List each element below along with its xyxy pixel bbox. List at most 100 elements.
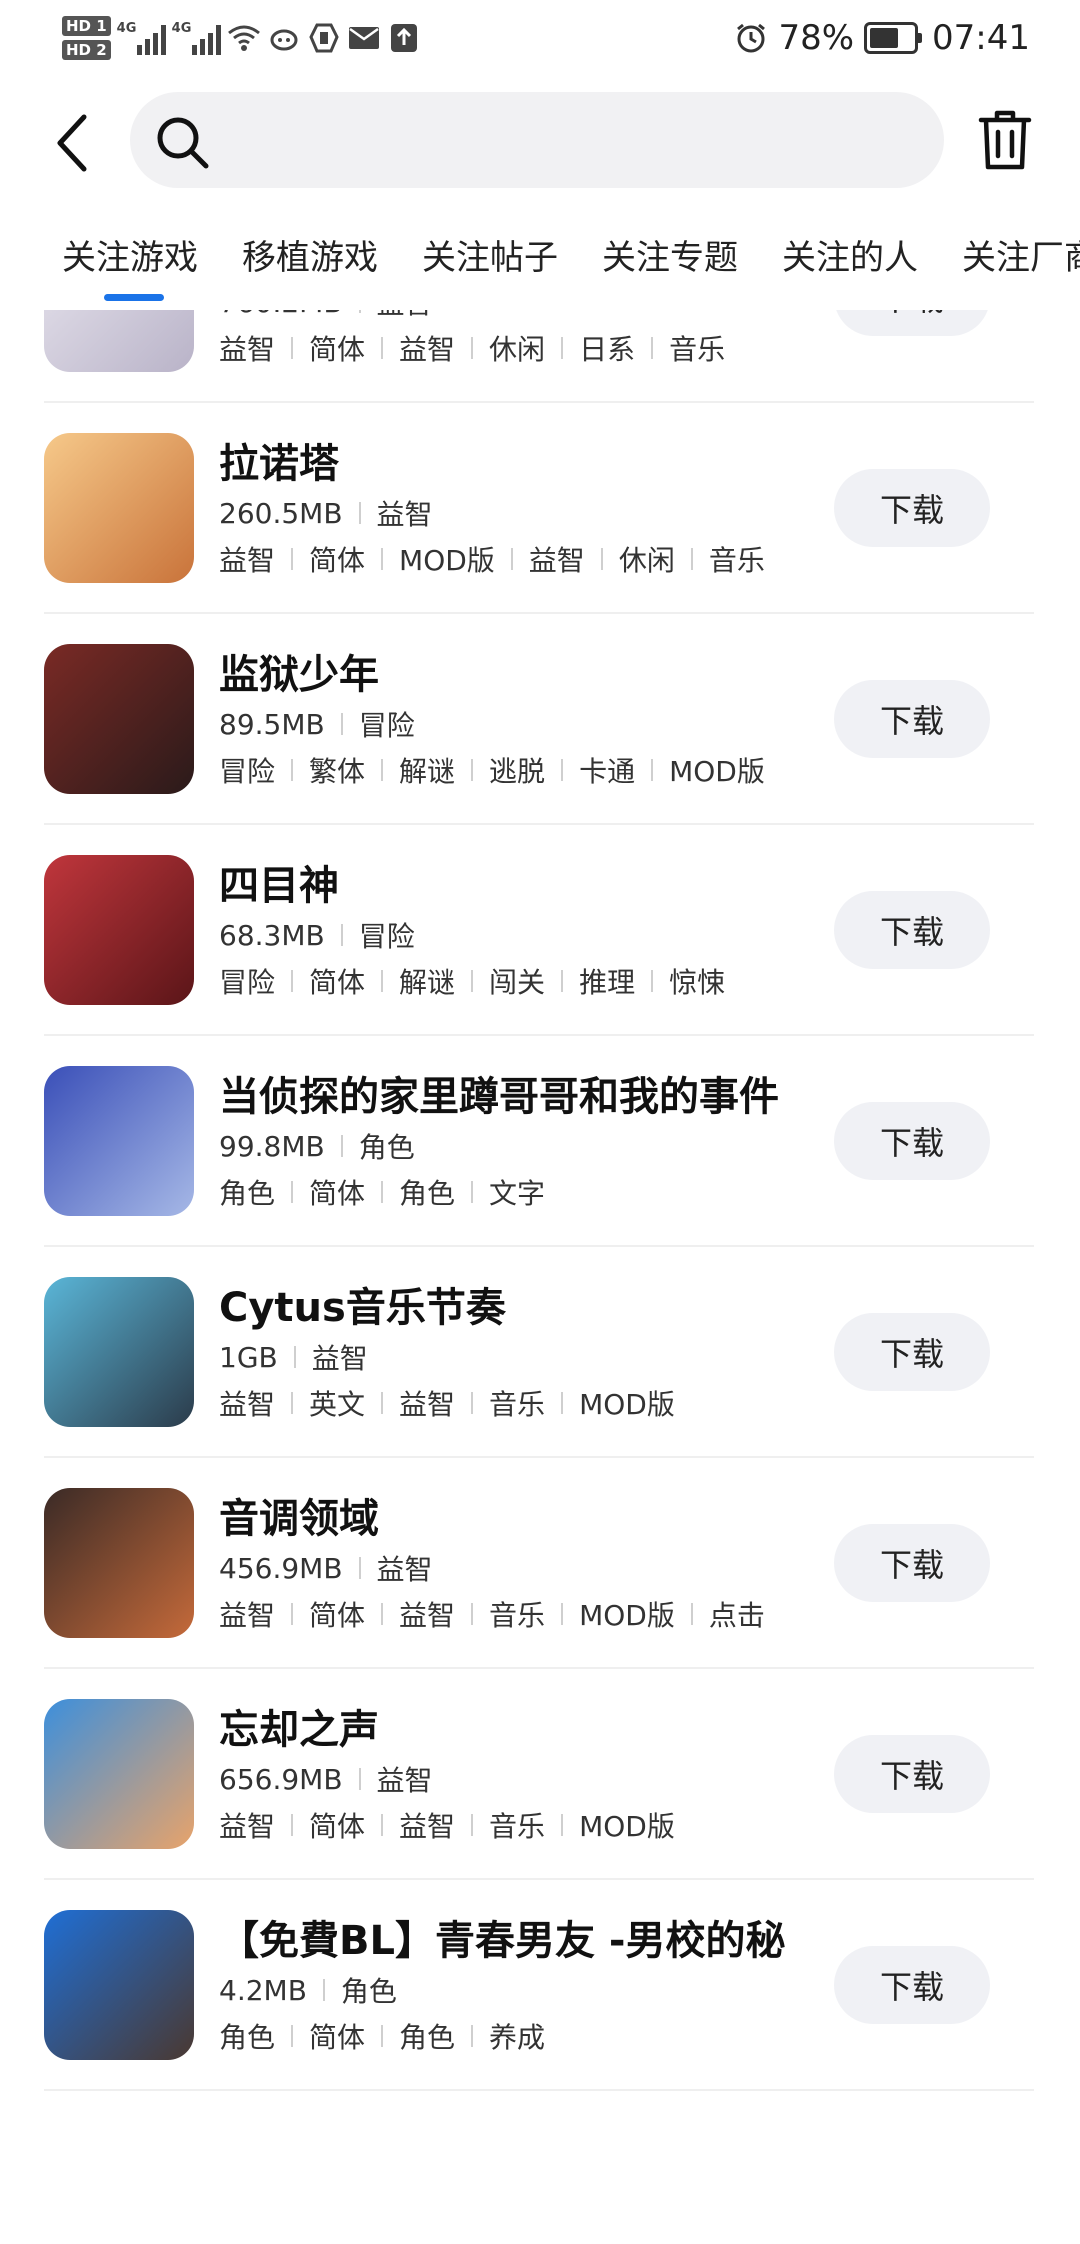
game-title[interactable]: Cytus音乐节奏 [219, 1275, 506, 1333]
game-tag: 日系 [579, 333, 636, 366]
game-category: 益智 [376, 1764, 433, 1797]
game-tag: 益智 [399, 1388, 456, 1421]
game-icon[interactable] [44, 433, 194, 583]
game-tags: 益智 简体 益智 音乐 MOD版 [219, 1805, 675, 1845]
separator [651, 337, 654, 359]
separator [358, 502, 361, 524]
list-item[interactable]: 音调领域 456.9MB 益智 益智 简体 益智 音乐 MOD版 点击 下载 [0, 1458, 1080, 1669]
separator [381, 1181, 384, 1203]
list-item[interactable]: 当侦探的家里蹲哥哥和我的事件 99.8MB 角色 角色 简体 角色 文字 下载 [0, 1036, 1080, 1247]
separator [291, 2025, 294, 2047]
game-tags: 益智 简体 益智 休闲 日系 音乐 [219, 328, 725, 368]
hand-icon [307, 21, 341, 55]
download-button[interactable]: 下载 [834, 891, 990, 969]
app-notification-icon [267, 21, 301, 55]
tab-followed-games[interactable]: 关注游戏 [62, 230, 198, 279]
list-item[interactable]: 【免費BL】青春男友 -男校的秘 4.2MB 角色 角色 简体 角色 养成 下载 [0, 1880, 1080, 2091]
download-button[interactable]: 下载 [834, 1313, 990, 1391]
mail-icon [347, 21, 381, 55]
tab-ported-games[interactable]: 移植游戏 [242, 230, 378, 279]
separator [600, 548, 603, 570]
download-button[interactable]: 下载 [834, 1102, 990, 1180]
game-title[interactable]: 当侦探的家里蹲哥哥和我的事件 [219, 1064, 779, 1122]
game-size: 4.2MB [219, 1973, 307, 2007]
separator [291, 548, 294, 570]
separator [340, 713, 343, 735]
tab-followed-people[interactable]: 关注的人 [782, 230, 918, 279]
separator [561, 970, 564, 992]
separator [358, 310, 361, 313]
game-icon[interactable] [44, 1488, 194, 1638]
separator [561, 1392, 564, 1414]
game-title[interactable]: 四目神 [219, 853, 339, 911]
chevron-left-icon [57, 114, 87, 172]
status-right: 78% 07:41 [734, 8, 1030, 68]
list-item[interactable]: 760.2MB益智益智简体益智休闲日系音乐下载 [0, 310, 1080, 403]
game-title[interactable]: 音调领域 [219, 1486, 379, 1544]
status-bar: HD 1 HD 2 4G 4G 78% 07:41 [0, 0, 1080, 80]
game-icon[interactable] [44, 310, 194, 372]
list-item[interactable]: 四目神 68.3MB 冒险 冒险 简体 解谜 闯关 推理 惊悚 下载 [0, 825, 1080, 1036]
hd-indicators: HD 1 HD 2 [62, 16, 111, 60]
game-icon[interactable] [44, 1277, 194, 1427]
tab-followed-vendors[interactable]: 关注厂商 [962, 230, 1080, 279]
download-button[interactable]: 下载 [834, 680, 990, 758]
game-meta: 89.5MB 冒险 [219, 704, 415, 744]
game-category: 益智 [377, 310, 433, 322]
download-button[interactable]: 下载 [834, 1735, 990, 1813]
game-tag: 音乐 [489, 1810, 546, 1843]
game-icon[interactable] [44, 1910, 194, 2060]
game-title[interactable]: 拉诺塔 [219, 431, 339, 489]
download-button[interactable]: 下载 [834, 310, 990, 336]
game-category: 冒险 [358, 709, 415, 742]
download-button[interactable]: 下载 [834, 1946, 990, 2024]
separator [471, 970, 474, 992]
separator [340, 1135, 343, 1157]
list-item[interactable]: 忘却之声 656.9MB 益智 益智 简体 益智 音乐 MOD版 下载 [0, 1669, 1080, 1880]
game-size: 656.9MB [219, 1762, 343, 1796]
game-icon[interactable] [44, 1699, 194, 1849]
game-category: 益智 [376, 1553, 433, 1586]
separator [291, 1603, 294, 1625]
back-button[interactable] [42, 108, 102, 178]
game-tags: 冒险 简体 解谜 闯关 推理 惊悚 [219, 961, 725, 1001]
wifi-icon [227, 21, 261, 55]
game-title[interactable]: 监狱少年 [219, 642, 379, 700]
active-tab-indicator [104, 294, 164, 301]
game-tag: 益智 [399, 333, 456, 366]
game-tag: 冒险 [219, 755, 276, 788]
game-icon[interactable] [44, 855, 194, 1005]
separator [471, 1181, 474, 1203]
tab-followed-topics[interactable]: 关注专题 [602, 230, 738, 279]
game-tag: 解谜 [399, 755, 456, 788]
game-size: 456.9MB [219, 1551, 343, 1585]
hd1-badge: HD 1 [62, 16, 111, 36]
trash-icon [978, 110, 1032, 170]
game-title[interactable]: 【免費BL】青春男友 -男校的秘 [219, 1908, 786, 1966]
game-tag: 闯关 [489, 966, 546, 999]
game-icon[interactable] [44, 1066, 194, 1216]
list-item[interactable]: Cytus音乐节奏 1GB 益智 益智 英文 益智 音乐 MOD版 下载 [0, 1247, 1080, 1458]
upload-icon [387, 21, 421, 55]
delete-button[interactable] [972, 104, 1038, 176]
separator [358, 1768, 361, 1790]
separator [291, 759, 294, 781]
separator [561, 1814, 564, 1836]
download-button[interactable]: 下载 [834, 469, 990, 547]
game-title[interactable]: 忘却之声 [219, 1697, 379, 1755]
game-tag: 逃脱 [489, 755, 546, 788]
game-tag: 角色 [219, 1177, 276, 1210]
list-item[interactable]: 拉诺塔 260.5MB 益智 益智 简体 MOD版 益智 休闲 音乐 下载 [0, 403, 1080, 614]
search-bar[interactable] [130, 92, 944, 188]
game-tag: 冒险 [219, 966, 276, 999]
category-tabs: 关注游戏 移植游戏 关注帖子 关注专题 关注的人 关注厂商 [0, 220, 1080, 310]
tab-followed-posts[interactable]: 关注帖子 [422, 230, 558, 279]
game-icon[interactable] [44, 644, 194, 794]
game-tag: MOD版 [579, 1599, 675, 1632]
game-tag: 推理 [579, 966, 636, 999]
game-list[interactable]: 760.2MB益智益智简体益智休闲日系音乐下载拉诺塔260.5MB益智益智简体M… [0, 310, 1080, 2244]
search-input[interactable] [226, 110, 910, 172]
game-tag: MOD版 [579, 1810, 675, 1843]
list-item[interactable]: 监狱少年 89.5MB 冒险 冒险 繁体 解谜 逃脱 卡通 MOD版 下载 [0, 614, 1080, 825]
download-button[interactable]: 下载 [834, 1524, 990, 1602]
